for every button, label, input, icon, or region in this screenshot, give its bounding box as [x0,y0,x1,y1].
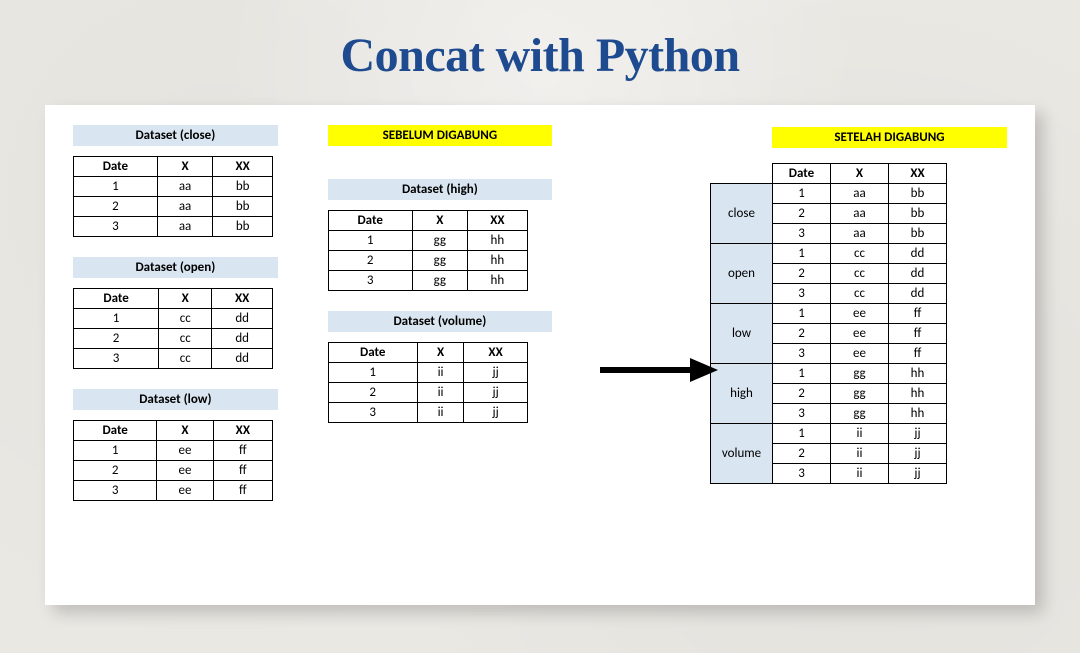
page-title: Concat with Python [40,28,1040,83]
dataset-open-block: Dataset (open) DateXXX 1ccdd 2ccdd 3ccdd [73,257,278,369]
corner-cell [711,164,773,184]
dataset-header: Dataset (volume) [328,311,552,332]
dataset-header: Dataset (high) [328,179,552,200]
merged-table: Date X XX close1aabb 2aabb 3aabb open1cc… [710,163,947,484]
table-row: 2aabb [74,197,273,217]
dataset-open-table: DateXXX 1ccdd 2ccdd 3ccdd [73,288,273,369]
col-header: X [412,211,467,231]
col-header: XX [213,421,272,441]
dataset-header: Dataset (close) [73,125,278,146]
dataset-volume-table: DateXXX 1iijj 2iijj 3iijj [328,342,528,423]
group-label: open [711,244,773,304]
group-label: volume [711,424,773,484]
col-header: XX [213,157,273,177]
column-middle: SEBELUM DIGABUNG Dataset (high) DateXXX … [328,125,552,585]
dataset-header: Dataset (low) [73,389,278,410]
dataset-low-table: DateXXX 1eeff 2eeff 3eeff [73,420,273,501]
table-row: 3ccdd [74,349,273,369]
arrow-icon [600,355,720,385]
col-header: Date [74,157,158,177]
diagram-card: Dataset (close) DateXXX 1aabb 2aabb 3aab… [45,105,1035,605]
table-row: 3aabb [74,217,273,237]
after-header: SETELAH DIGABUNG [772,127,1007,148]
table-row: 3iijj [328,403,527,423]
table-row: 2gghh [328,251,527,271]
table-row: open1ccdd [711,244,947,264]
table-row: 3eeff [74,481,273,501]
group-label: close [711,184,773,244]
before-header: SEBELUM DIGABUNG [328,125,552,146]
col-header: Date [74,421,157,441]
table-row: close1aabb [711,184,947,204]
col-header: X [417,343,464,363]
table-row: 2iijj [328,383,527,403]
dataset-high-block: Dataset (high) DateXXX 1gghh 2gghh 3gghh [328,179,552,291]
table-row: 3gghh [328,271,527,291]
table-row: 1iijj [328,363,527,383]
col-header: XX [468,211,528,231]
col-header: Date [773,164,831,184]
table-row: 1aabb [74,177,273,197]
col-header: XX [464,343,527,363]
dataset-high-table: DateXXX 1gghh 2gghh 3gghh [328,210,528,291]
table-row: 2ccdd [74,329,273,349]
table-row: 1ccdd [74,309,273,329]
table-row: 2eeff [74,461,273,481]
col-header: X [157,421,213,441]
dataset-header: Dataset (open) [73,257,278,278]
dataset-close-table: DateXXX 1aabb 2aabb 3aabb [73,156,273,237]
table-row: low1eeff [711,304,947,324]
table-row: 1gghh [328,231,527,251]
dataset-low-block: Dataset (low) DateXXX 1eeff 2eeff 3eeff [73,389,278,501]
col-header: Date [328,343,417,363]
col-header: X [831,164,889,184]
table-row: high1gghh [711,364,947,384]
col-header: X [157,157,213,177]
col-header: X [159,289,212,309]
col-header: Date [328,211,412,231]
column-left: Dataset (close) DateXXX 1aabb 2aabb 3aab… [73,125,278,585]
table-row: 1eeff [74,441,273,461]
table-row: volume1iijj [711,424,947,444]
col-header: XX [212,289,273,309]
col-header: XX [889,164,947,184]
col-header: Date [74,289,159,309]
dataset-close-block: Dataset (close) DateXXX 1aabb 2aabb 3aab… [73,125,278,237]
dataset-volume-block: Dataset (volume) DateXXX 1iijj 2iijj 3ii… [328,311,552,423]
